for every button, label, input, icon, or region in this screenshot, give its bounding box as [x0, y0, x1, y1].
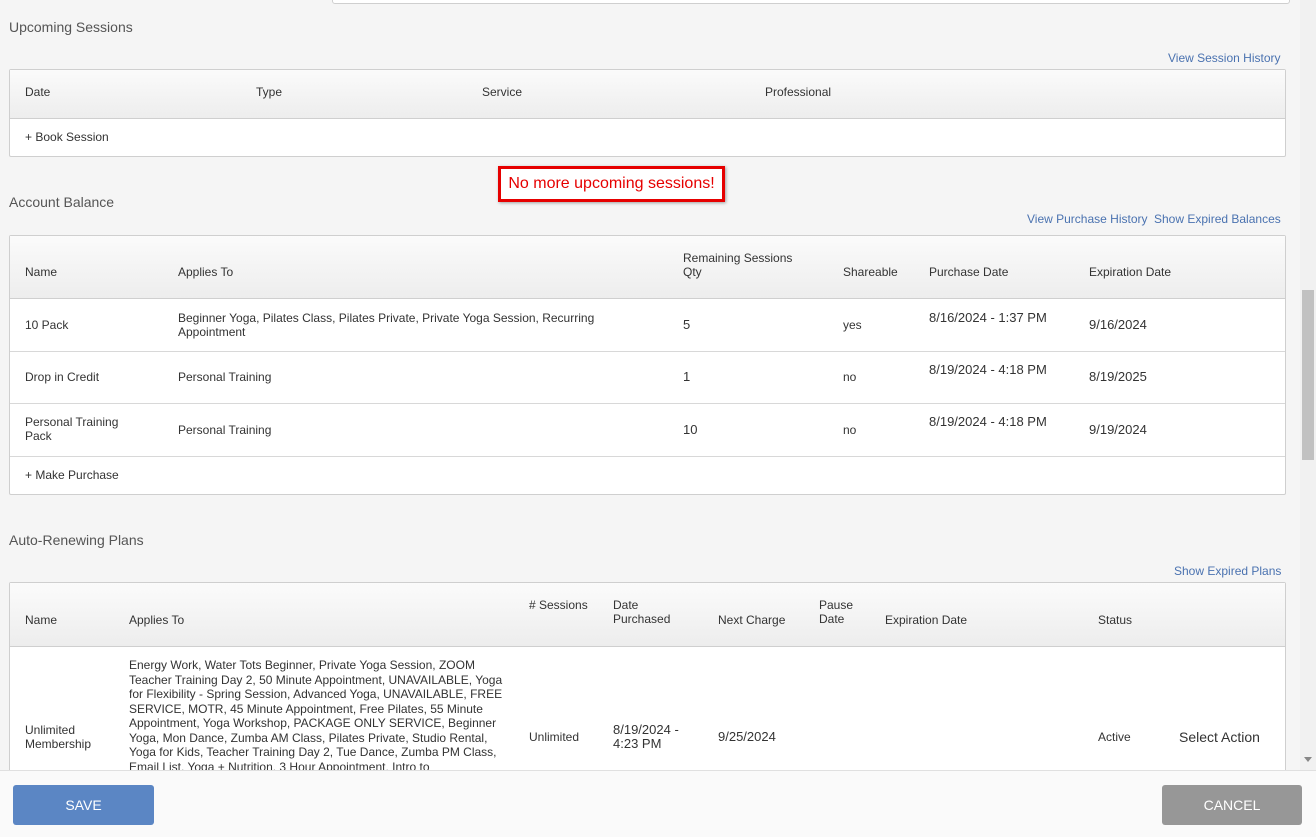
balance-applies-link[interactable]: Personal Training — [178, 423, 618, 437]
balance-qty[interactable]: 1 — [683, 370, 690, 384]
make-purchase-link[interactable]: + Make Purchase — [25, 468, 119, 482]
header-expiration-date: Expiration Date — [1089, 265, 1172, 279]
header-expiration-date: Expiration Date — [885, 613, 968, 627]
header-professional: Professional — [765, 85, 832, 99]
account-balance-title: Account Balance — [9, 194, 115, 210]
header-service: Service — [482, 85, 523, 99]
show-expired-balances-link[interactable]: Show Expired Balances — [1154, 212, 1281, 226]
vertical-scrollbar[interactable] — [1300, 0, 1316, 770]
auto-renewing-plans-table: Name Applies To # Sessions Date Purchase… — [9, 582, 1286, 770]
balance-name-link[interactable]: Drop in Credit — [25, 370, 99, 384]
plan-date-purchased: 8/19/2024 - 4:23 PM — [613, 722, 679, 751]
header-applies-to: Applies To — [129, 613, 185, 627]
balance-expiration-link[interactable]: 8/19/2025 — [1089, 370, 1147, 384]
balance-purchase-date: 8/19/2024 - 4:18 PM — [929, 414, 1047, 429]
cancel-button[interactable]: CANCEL — [1162, 785, 1302, 825]
balance-purchase-date: 8/19/2024 - 4:18 PM — [929, 362, 1047, 377]
plan-applies-link[interactable]: Energy Work, Water Tots Beginner, Privat… — [129, 658, 511, 770]
plan-next-charge-link[interactable]: 9/25/2024 — [718, 730, 776, 744]
header-purchase-date: Purchase Date — [929, 265, 1009, 279]
balance-expiration-link[interactable]: 9/19/2024 — [1089, 423, 1147, 437]
upcoming-table-header: Date Type Service Professional — [10, 70, 1285, 119]
balance-purchase-date: 8/16/2024 - 1:37 PM — [929, 310, 1047, 325]
auto-renewing-plans-title: Auto-Renewing Plans — [9, 532, 144, 548]
header-pause-date: Pause Date — [819, 598, 854, 626]
header-name: Name — [25, 613, 58, 627]
balance-qty[interactable]: 5 — [683, 318, 690, 332]
header-applies-to: Applies To — [178, 265, 234, 279]
balance-table-header: Name Applies To Remaining Sessions Qty S… — [10, 236, 1285, 299]
no-sessions-alert: No more upcoming sessions! — [498, 166, 725, 202]
table-row: 10 Pack Beginner Yoga, Pilates Class, Pi… — [10, 299, 1285, 352]
account-balance-table: Name Applies To Remaining Sessions Qty S… — [9, 235, 1286, 495]
balance-qty[interactable]: 10 — [683, 423, 697, 437]
scroll-down-arrow-icon[interactable] — [1304, 757, 1312, 762]
balance-applies-link[interactable]: Personal Training — [178, 370, 618, 384]
header-sessions: # Sessions — [529, 598, 588, 612]
view-purchase-history-link[interactable]: View Purchase History — [1027, 212, 1148, 226]
main-content: Upcoming Sessions View Session History D… — [0, 0, 1300, 770]
plan-status: Active — [1098, 730, 1131, 744]
plan-sessions: Unlimited — [529, 730, 580, 744]
balance-expiration-link[interactable]: 9/16/2024 — [1089, 318, 1147, 332]
select-action-dropdown[interactable]: Select Action — [1179, 730, 1260, 744]
balance-shareable: no — [843, 370, 857, 384]
balance-name-link[interactable]: Personal Training Pack — [25, 415, 145, 443]
save-button[interactable]: SAVE — [13, 785, 154, 825]
balance-shareable: yes — [843, 318, 862, 332]
header-type: Type — [256, 85, 283, 99]
header-remaining-qty: Remaining Sessions Qty — [683, 251, 793, 279]
balance-applies-link[interactable]: Beginner Yoga, Pilates Class, Pilates Pr… — [178, 311, 618, 339]
view-session-history-link[interactable]: View Session History — [1168, 51, 1281, 65]
upcoming-sessions-table: Date Type Service Professional + Book Se… — [9, 69, 1286, 157]
header-date-purchased: Date Purchased — [613, 598, 671, 626]
header-name: Name — [25, 265, 58, 279]
header-date: Date — [25, 85, 51, 99]
upcoming-sessions-title: Upcoming Sessions — [9, 19, 133, 35]
balance-shareable: no — [843, 423, 857, 437]
plan-name-link[interactable]: Unlimited Membership — [25, 723, 115, 751]
footer-bar: SAVE CANCEL — [0, 770, 1316, 837]
table-row: Unlimited Membership Energy Work, Water … — [10, 647, 1285, 770]
show-expired-plans-link[interactable]: Show Expired Plans — [1174, 564, 1281, 578]
table-row: Personal Training Pack Personal Training… — [10, 404, 1285, 457]
header-next-charge: Next Charge — [718, 613, 786, 627]
table-row: Drop in Credit Personal Training 1 no 8/… — [10, 352, 1285, 404]
header-status: Status — [1098, 613, 1133, 627]
book-session-link[interactable]: + Book Session — [25, 130, 109, 144]
plans-table-header: Name Applies To # Sessions Date Purchase… — [10, 583, 1285, 647]
header-shareable: Shareable — [843, 265, 898, 279]
balance-name-link[interactable]: 10 Pack — [25, 318, 68, 332]
scrollbar-thumb[interactable] — [1302, 290, 1314, 460]
top-panel-edge — [332, 0, 1290, 4]
